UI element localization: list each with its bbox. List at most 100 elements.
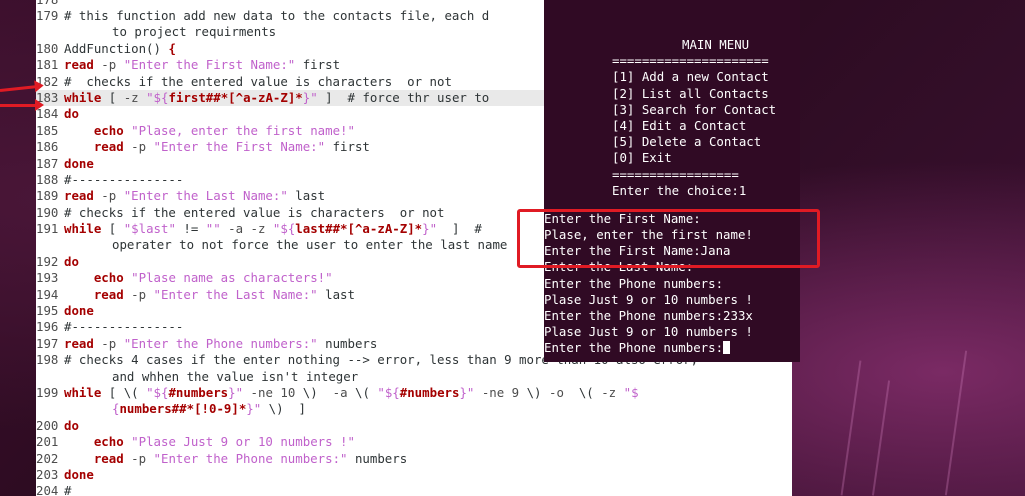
- code-token: read: [64, 335, 94, 351]
- code-token: last: [317, 286, 355, 302]
- line-number: 192: [36, 253, 59, 269]
- code-token: "Enter the Last Name:": [153, 286, 318, 302]
- code-token: -a: [332, 384, 348, 400]
- code-text: to project requirments: [64, 24, 276, 39]
- code-line[interactable]: {numbers##*[!0-9]*}" \) ]: [36, 401, 792, 417]
- code-token: read: [64, 57, 94, 73]
- menu-separator: =====================: [612, 53, 769, 69]
- menu-item: [0] Exit: [612, 150, 672, 166]
- code-text: read -p "Enter the Phone numbers:" numbe…: [64, 336, 377, 351]
- code-token: first: [295, 57, 341, 73]
- code-token: echo: [93, 122, 124, 138]
- code-text: {numbers##*[!0-9]*}" \) ]: [64, 401, 306, 416]
- code-token: }": [246, 401, 262, 417]
- menu-item: [3] Search for Contact: [612, 101, 777, 117]
- red-arrow-annotation: [0, 99, 44, 111]
- code-token: -a -z: [220, 221, 273, 237]
- code-token: first: [325, 139, 370, 155]
- code-token: #---------------: [64, 319, 184, 335]
- code-token: [: [101, 221, 124, 237]
- line-number: 204: [36, 483, 59, 496]
- code-token: do: [64, 106, 79, 122]
- code-token: -z: [123, 89, 147, 105]
- code-line[interactable]: 203 done: [36, 467, 792, 483]
- code-token: last: [287, 188, 326, 204]
- line-number: 187: [36, 155, 59, 171]
- line-number: 185: [36, 122, 59, 138]
- code-token: numbers##*[!0-9]*: [119, 401, 247, 417]
- code-token: first##*[^a-zA-Z]*: [168, 89, 303, 105]
- code-token: #: [474, 221, 490, 237]
- code-text: while [ -z "${first##*[^a-zA-Z]*}" ] # f…: [64, 90, 489, 105]
- line-number: 188: [36, 171, 59, 187]
- code-line[interactable]: 200 do: [36, 418, 792, 434]
- code-token: done: [64, 155, 94, 171]
- line-number: 189: [36, 188, 59, 204]
- code-text: read -p "Enter the Last Name:" last: [64, 188, 325, 203]
- code-token: "$: [623, 384, 639, 400]
- code-token: read: [64, 188, 94, 204]
- terminal-window[interactable]: MAIN MENU ===================== [1] Add …: [544, 0, 800, 362]
- code-text: #: [64, 483, 71, 496]
- code-token: AddFunction(): [64, 40, 169, 56]
- code-text: echo "Plase name as characters!": [64, 270, 333, 285]
- code-token: while: [64, 384, 102, 400]
- menu-item: [4] Edit a Contact: [612, 117, 747, 133]
- code-token: "${: [146, 384, 169, 400]
- line-number: 195: [36, 303, 59, 319]
- code-token: #numbers: [399, 384, 460, 400]
- code-token: }": [422, 221, 438, 237]
- menu-item: [2] List all Contacts: [612, 85, 769, 101]
- code-token: "Plase Just 9 or 10 numbers !": [131, 434, 355, 450]
- code-text: done: [64, 303, 94, 318]
- code-text: # this function add new data to the cont…: [64, 8, 489, 23]
- code-token: [ \(: [101, 384, 147, 400]
- line-number: 193: [36, 270, 59, 286]
- code-token: #: [64, 483, 72, 496]
- code-token: "${: [272, 221, 296, 237]
- code-token: "Plase, enter the first name!": [131, 122, 355, 138]
- code-token: "${: [377, 384, 400, 400]
- code-token: -p: [93, 57, 124, 73]
- code-line[interactable]: 201 echo "Plase Just 9 or 10 numbers !": [36, 434, 792, 450]
- line-number: 201: [36, 434, 59, 450]
- code-token: -z: [601, 384, 624, 400]
- code-token: \) ]: [261, 401, 306, 417]
- code-text: #---------------: [64, 172, 183, 187]
- code-line[interactable]: 202 read -p "Enter the Phone numbers:" n…: [36, 451, 792, 467]
- code-token: -p: [93, 335, 124, 351]
- code-token: -p: [123, 139, 154, 155]
- code-line[interactable]: 199 while [ \( "${#numbers}" -ne 10 \) -a…: [36, 385, 792, 401]
- code-token: "$last": [123, 221, 176, 237]
- code-token: "${: [146, 89, 169, 105]
- code-token: {: [168, 40, 176, 56]
- code-line[interactable]: 204 #: [36, 483, 792, 496]
- code-text: while [ "$last" != "" -a -z "${last##*[^…: [64, 221, 489, 236]
- code-token: "": [205, 221, 221, 237]
- code-text: while [ \( "${#numbers}" -ne 10 \) -a \(…: [64, 385, 639, 400]
- code-token: -ne 9: [474, 384, 520, 400]
- code-token: # this function add new data to the cont…: [64, 8, 490, 23]
- code-token: and whhen the value isn't integer: [112, 368, 359, 384]
- code-text: read -p "Enter the Last Name:" last: [64, 287, 355, 302]
- code-line[interactable]: and whhen the value isn't integer: [36, 369, 792, 385]
- code-token: read: [93, 286, 124, 302]
- terminal-output-line: Enter the Phone numbers:233x: [544, 308, 753, 323]
- line-number: 197: [36, 335, 59, 351]
- code-token: last##*[^a-zA-Z]*: [295, 221, 423, 237]
- code-token: to project requirments: [112, 24, 277, 40]
- menu-title: MAIN MENU: [682, 37, 750, 52]
- code-token: }": [302, 89, 318, 105]
- code-text: done: [64, 156, 94, 171]
- code-token: [: [101, 89, 124, 105]
- menu-separator: =================: [612, 166, 739, 182]
- code-token: \(: [563, 384, 602, 400]
- code-token: "Enter the First Name:": [153, 139, 326, 155]
- line-number: 202: [36, 450, 59, 466]
- terminal-prompt-line[interactable]: Enter the Phone numbers:: [544, 340, 800, 356]
- code-token: # checks if the entered value is charact…: [64, 73, 452, 89]
